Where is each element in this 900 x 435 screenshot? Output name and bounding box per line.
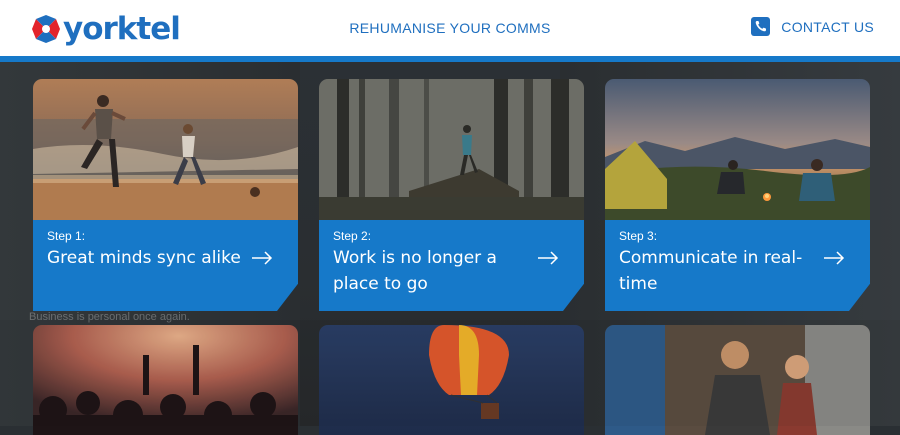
- workshop-photo-card[interactable]: [605, 325, 870, 435]
- beach-photo: [33, 79, 298, 222]
- step-title: Communicate in real-time: [619, 248, 803, 294]
- step-label: Step 2:: [333, 229, 372, 243]
- step-card-2[interactable]: Step 2: Work is no longer a place to go: [319, 79, 584, 311]
- phone-icon: [751, 17, 771, 36]
- arrow-right-icon: [252, 251, 273, 265]
- step-card-1[interactable]: Step 1: Great minds sync alike: [33, 79, 298, 311]
- contact-us-link[interactable]: CONTACT US: [751, 17, 874, 36]
- step-card-3-caption: Step 3: Communicate in real-time: [605, 220, 870, 311]
- step-card-3[interactable]: Step 3: Communicate in real-time: [605, 79, 870, 311]
- step-label: Step 1:: [47, 229, 86, 243]
- concert-photo-card[interactable]: [33, 325, 298, 435]
- campfire-photo: [605, 79, 870, 222]
- rehumanise-nav-link[interactable]: REHUMANISE YOUR COMMS: [349, 20, 550, 36]
- step-card-2-caption: Step 2: Work is no longer a place to go: [319, 220, 584, 311]
- step-label: Step 3:: [619, 229, 658, 243]
- arrow-right-icon: [824, 251, 845, 265]
- forest-photo: [319, 79, 584, 222]
- site-header: yorktel REHUMANISE YOUR COMMS CONTACT US: [0, 0, 900, 56]
- contact-us-label: CONTACT US: [781, 18, 874, 35]
- arrow-right-icon: [538, 251, 559, 265]
- hero-tagline: Business is personal once again.: [29, 311, 190, 323]
- step-card-1-caption: Step 1: Great minds sync alike: [33, 220, 298, 311]
- step-title: Work is no longer a place to go: [333, 248, 497, 294]
- balloon-photo-card[interactable]: [319, 325, 584, 435]
- step-title: Great minds sync alike: [47, 248, 241, 268]
